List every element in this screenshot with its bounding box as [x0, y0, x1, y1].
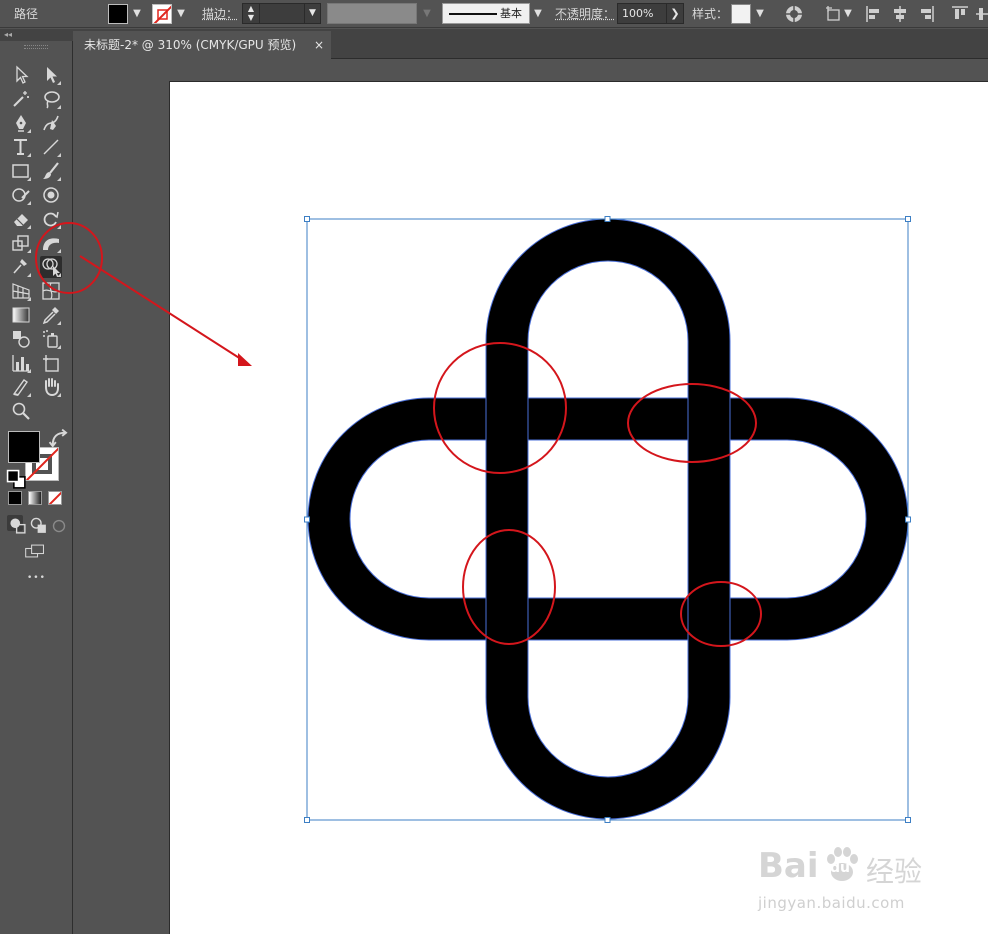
- stroke-dropdown-chevron-icon[interactable]: ▼: [175, 0, 187, 28]
- brush-profile-label: 基本: [500, 7, 522, 20]
- magic-wand-tool-icon[interactable]: [10, 88, 32, 110]
- align-vertical-center-icon[interactable]: [974, 4, 988, 24]
- mesh-tool-icon[interactable]: [40, 280, 62, 302]
- align-right-icon[interactable]: [916, 4, 936, 24]
- fill-color-front[interactable]: [8, 431, 40, 463]
- document-tab-strip: 未标题-2* @ 310% (CMYK/GPU 预览) ×: [73, 29, 988, 59]
- width-tool-icon[interactable]: [40, 232, 62, 254]
- stroke-weight-input[interactable]: [259, 3, 305, 24]
- fill-color-swatch[interactable]: [108, 4, 128, 24]
- recolor-artwork-icon[interactable]: [784, 4, 804, 24]
- canvas-area[interactable]: [73, 60, 988, 934]
- lasso-tool-icon[interactable]: [40, 88, 62, 110]
- puppet-warp-tool-icon[interactable]: [10, 256, 32, 278]
- align-to-dropdown-chevron-icon[interactable]: ▼: [842, 0, 854, 28]
- brush-dropdown-chevron-icon[interactable]: ▼: [532, 0, 544, 28]
- stroke-weight-stepper[interactable]: ▲ ▼: [242, 3, 260, 24]
- swap-fill-stroke-icon[interactable]: [48, 428, 68, 448]
- close-tab-icon[interactable]: ×: [311, 31, 327, 59]
- graphic-style-swatch[interactable]: [731, 4, 751, 24]
- control-bar: 路径 ▼ ▼ 描边： ▲ ▼ ▼ ▼ 基本 ▼ 不透明度： 100% ❯ 样式： …: [0, 0, 988, 28]
- symbol-sprayer-tool-icon[interactable]: [40, 328, 62, 350]
- watermark-brand-jingyan: 经验: [866, 855, 923, 888]
- watermark-url: jingyan.baidu.com: [758, 894, 905, 912]
- curvature-tool-icon[interactable]: [40, 112, 62, 134]
- style-label: 样式：: [692, 7, 729, 21]
- gradient-mode-button[interactable]: [28, 491, 42, 505]
- style-dropdown-chevron-icon[interactable]: ▼: [754, 0, 766, 28]
- document-tab[interactable]: 未标题-2* @ 310% (CMYK/GPU 预览): [73, 31, 331, 59]
- slice-tool-icon[interactable]: [10, 376, 32, 398]
- stroke-weight-dropdown-chevron-icon[interactable]: ▼: [304, 3, 321, 24]
- brush-definition-field[interactable]: 基本: [442, 3, 530, 24]
- profile-dropdown-chevron-icon: ▼: [423, 8, 431, 19]
- watermark-brand-bai: Bai: [758, 846, 819, 886]
- line-segment-tool-icon[interactable]: [40, 136, 62, 158]
- color-mode-button[interactable]: [8, 491, 22, 505]
- artboard[interactable]: [169, 81, 988, 934]
- blend-tool-icon[interactable]: [10, 328, 32, 350]
- rectangle-tool-icon[interactable]: [10, 160, 32, 182]
- align-top-icon[interactable]: [950, 4, 970, 24]
- type-tool-icon[interactable]: [10, 136, 32, 158]
- artboard-tool-icon[interactable]: [40, 352, 62, 374]
- rotate-tool-icon[interactable]: [40, 208, 62, 230]
- stroke-label[interactable]: 描边：: [202, 0, 238, 28]
- scale-tool-icon[interactable]: [10, 232, 32, 254]
- eraser-tool-icon[interactable]: [10, 208, 32, 230]
- draw-behind-icon[interactable]: [28, 515, 46, 533]
- opacity-label[interactable]: 不透明度：: [555, 0, 615, 28]
- shaper-tool-icon[interactable]: [10, 184, 32, 206]
- perspective-grid-tool-icon[interactable]: [10, 280, 32, 302]
- align-left-icon[interactable]: [864, 4, 884, 24]
- fill-dropdown-chevron-icon[interactable]: ▼: [131, 0, 143, 28]
- change-screen-mode-icon[interactable]: [24, 540, 50, 558]
- document-tab-title: 未标题-2* @ 310% (CMYK/GPU 预览): [84, 38, 297, 52]
- draw-inside-icon[interactable]: [48, 515, 66, 533]
- gradient-tool-icon[interactable]: [10, 304, 32, 326]
- align-horizontal-center-icon[interactable]: [890, 4, 910, 24]
- column-graph-tool-icon[interactable]: [10, 352, 32, 374]
- none-mode-button[interactable]: [48, 491, 62, 505]
- none-stroke-icon: [153, 5, 171, 23]
- selection-type-label: 路径: [14, 7, 39, 21]
- draw-normal-icon[interactable]: [7, 515, 26, 534]
- watermark-brand-du: du: [830, 860, 850, 876]
- opacity-expand-chevron-icon[interactable]: ❯: [666, 3, 684, 24]
- direct-selection-tool-icon[interactable]: [40, 64, 62, 86]
- edit-toolbar-button[interactable]: •••: [27, 573, 46, 583]
- none-slash-icon: [49, 492, 61, 504]
- stroke-line-preview: [449, 13, 497, 15]
- selection-tool-icon[interactable]: [10, 64, 32, 86]
- toolbox-drag-handle[interactable]: [24, 45, 48, 49]
- paintbrush-tool-icon[interactable]: [40, 160, 62, 182]
- toolbox-collapse-button[interactable]: ◂◂: [0, 29, 73, 41]
- pen-tool-icon[interactable]: [10, 112, 32, 134]
- opacity-input[interactable]: 100%: [617, 3, 667, 24]
- hand-tool-icon[interactable]: [40, 376, 62, 398]
- toolbox-panel: ◂◂ •••: [0, 29, 73, 934]
- zoom-tool-icon[interactable]: [10, 400, 32, 422]
- shape-builder-tool-icon[interactable]: [40, 256, 62, 278]
- stroke-color-swatch[interactable]: [152, 4, 172, 24]
- default-fill-stroke-icon[interactable]: [6, 469, 26, 489]
- eyedropper-tool-icon[interactable]: [40, 304, 62, 326]
- variable-width-profile[interactable]: [327, 3, 417, 24]
- align-to-selection-icon[interactable]: [824, 4, 844, 24]
- blob-brush-tool-icon[interactable]: [40, 184, 62, 206]
